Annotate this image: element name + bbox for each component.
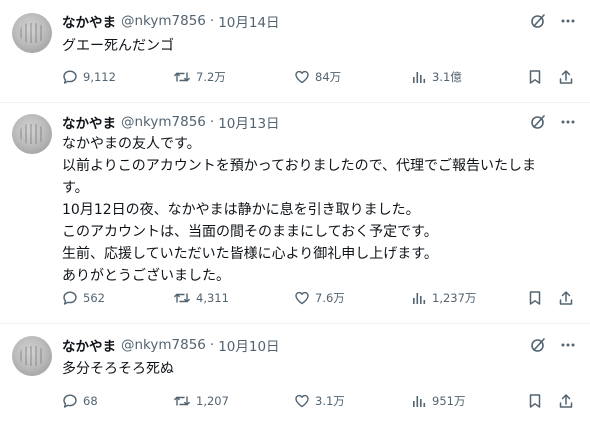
more-options-icon[interactable] — [560, 13, 576, 29]
grok-icon[interactable] — [530, 13, 546, 29]
bookmark-button[interactable] — [527, 391, 548, 411]
retweet-count: 7.2万 — [196, 70, 226, 84]
share-icon — [558, 393, 579, 409]
bookmark-icon — [527, 393, 548, 409]
bookmark-icon — [527, 69, 548, 85]
retweet-button[interactable]: 4,311 — [173, 288, 229, 308]
separator-dot: · — [209, 114, 215, 130]
heart-icon — [294, 393, 315, 409]
retweet-count: 1,207 — [196, 394, 229, 408]
view-count: 3.1億 — [432, 70, 462, 84]
tweet-actions: 68 1,207 3.1万 951万 — [62, 391, 580, 411]
separator-dot: · — [209, 337, 215, 353]
user-handle[interactable]: @nkym7856 — [121, 114, 206, 130]
user-handle[interactable]: @nkym7856 — [121, 13, 206, 29]
tweet-header: なかやま @nkym7856 · 10月14日 — [62, 11, 280, 31]
share-button[interactable] — [558, 288, 579, 308]
tweet-header: なかやま @nkym7856 · 10月13日 — [62, 112, 280, 132]
views-icon — [411, 290, 432, 306]
reply-button[interactable]: 68 — [62, 391, 98, 411]
views-icon — [411, 69, 432, 85]
more-options-icon[interactable] — [560, 114, 576, 130]
share-button[interactable] — [558, 391, 579, 411]
tweet-actions: 9,112 7.2万 84万 3.1億 — [62, 67, 580, 87]
tweet-header: なかやま @nkym7856 · 10月10日 — [62, 335, 280, 355]
retweet-button[interactable]: 1,207 — [173, 391, 229, 411]
more-options-icon[interactable] — [560, 337, 576, 353]
tweet[interactable]: なかやま @nkym7856 · 10月13日 なかやまの友人です。 以前よりこ… — [0, 103, 590, 323]
like-count: 84万 — [315, 70, 342, 84]
tweet-actions: 562 4,311 7.6万 1,237万 — [62, 288, 580, 308]
display-name[interactable]: なかやま — [62, 335, 116, 355]
separator-dot: · — [209, 13, 215, 29]
share-button[interactable] — [558, 67, 579, 87]
like-button[interactable]: 3.1万 — [294, 391, 345, 411]
retweet-icon — [173, 393, 196, 409]
like-button[interactable]: 7.6万 — [294, 288, 345, 308]
grok-icon[interactable] — [530, 114, 546, 130]
tweet-top-actions — [530, 335, 576, 355]
reply-icon — [62, 393, 83, 409]
retweet-icon — [173, 290, 196, 306]
reply-count: 9,112 — [83, 70, 116, 84]
tweet[interactable]: なかやま @nkym7856 · 10月10日 多分そろそろ死ぬ 68 1,20… — [0, 324, 590, 421]
reply-button[interactable]: 562 — [62, 288, 105, 308]
avatar[interactable] — [12, 114, 52, 154]
tweet-text: グエー死んだンゴ — [62, 38, 174, 54]
bookmark-button[interactable] — [527, 67, 548, 87]
views-button[interactable]: 951万 — [411, 391, 465, 411]
reply-count: 562 — [83, 291, 105, 305]
retweet-count: 4,311 — [196, 291, 229, 305]
user-handle[interactable]: @nkym7856 — [121, 337, 206, 353]
views-icon — [411, 393, 432, 409]
tweet-date[interactable]: 10月14日 — [218, 11, 279, 31]
share-icon — [558, 290, 579, 306]
reply-count: 68 — [83, 394, 98, 408]
reply-icon — [62, 69, 83, 85]
tweet-text: 多分そろそろ死ぬ — [62, 361, 174, 377]
grok-icon[interactable] — [530, 337, 546, 353]
display-name[interactable]: なかやま — [62, 112, 116, 132]
bookmark-icon — [527, 290, 548, 306]
tweet-text: なかやまの友人です。 以前よりこのアカウントを預かっておりましたので、代理でご報… — [62, 136, 537, 284]
retweet-button[interactable]: 7.2万 — [173, 67, 226, 87]
like-count: 7.6万 — [315, 291, 345, 305]
share-icon — [558, 69, 579, 85]
avatar[interactable] — [12, 336, 52, 376]
views-button[interactable]: 1,237万 — [411, 288, 476, 308]
views-button[interactable]: 3.1億 — [411, 67, 462, 87]
view-count: 1,237万 — [432, 291, 477, 305]
tweet-date[interactable]: 10月13日 — [218, 112, 279, 132]
view-count: 951万 — [432, 394, 466, 408]
reply-button[interactable]: 9,112 — [62, 67, 116, 87]
heart-icon — [294, 290, 315, 306]
like-button[interactable]: 84万 — [294, 67, 341, 87]
display-name[interactable]: なかやま — [62, 11, 116, 31]
avatar[interactable] — [12, 13, 52, 53]
like-count: 3.1万 — [315, 394, 345, 408]
tweet-date[interactable]: 10月10日 — [218, 335, 279, 355]
tweet[interactable]: なかやま @nkym7856 · 10月14日 グエー死んだンゴ 9,112 7… — [0, 0, 590, 102]
retweet-icon — [173, 69, 196, 85]
reply-icon — [62, 290, 83, 306]
bookmark-button[interactable] — [527, 288, 548, 308]
heart-icon — [294, 69, 315, 85]
tweet-top-actions — [530, 11, 576, 31]
tweet-top-actions — [530, 112, 576, 132]
